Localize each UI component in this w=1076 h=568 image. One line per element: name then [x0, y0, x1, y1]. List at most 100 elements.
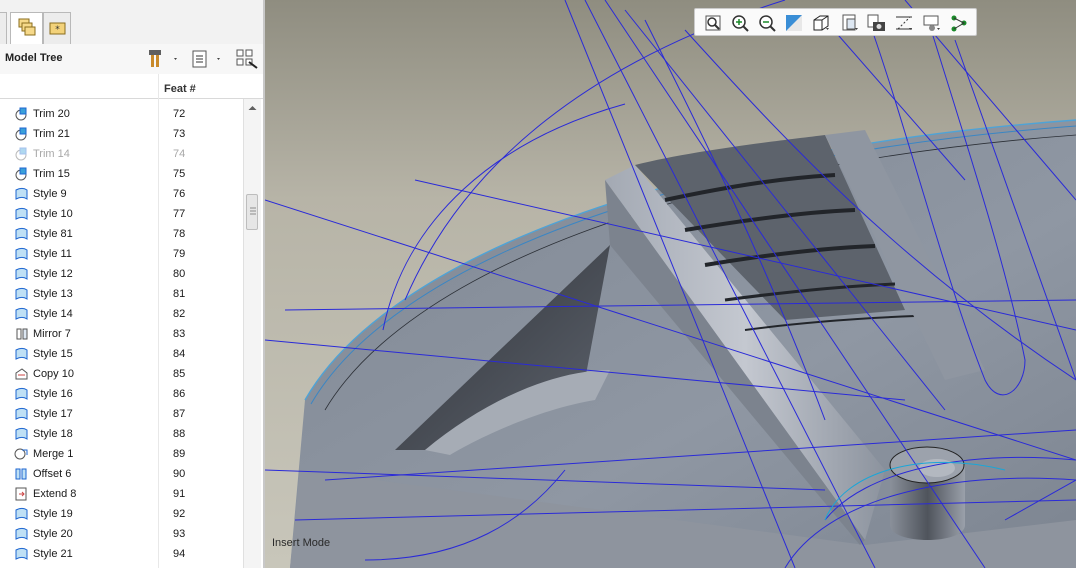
tree-row[interactable]: Style 15 84 — [0, 344, 243, 364]
model-tree-scrollbar[interactable] — [243, 99, 261, 568]
feature-number: 89 — [173, 448, 186, 460]
style-icon — [14, 407, 29, 421]
style-icon — [14, 307, 29, 321]
feature-name: Style 11 — [33, 248, 72, 260]
display-style-icon — [813, 15, 829, 31]
tree-row[interactable]: Trim 14 74 — [0, 144, 243, 164]
display-style-button[interactable] — [810, 12, 832, 34]
feature-number: 90 — [173, 468, 186, 480]
tree-row[interactable]: Style 16 86 — [0, 384, 243, 404]
spin-center-button[interactable] — [921, 12, 943, 34]
graphics-window[interactable]: Insert Mode — [265, 0, 1076, 568]
mirror-icon — [14, 327, 29, 341]
feature-number: 80 — [173, 268, 186, 280]
extend-icon — [14, 487, 29, 501]
style-icon — [14, 287, 29, 301]
zoom-in-icon — [732, 15, 749, 32]
layers-icon — [18, 18, 36, 36]
tree-row[interactable]: Trim 20 72 — [0, 104, 243, 124]
saved-views-icon — [842, 14, 858, 31]
column-header-feat-number[interactable]: Feat # — [164, 83, 196, 95]
feature-number: 72 — [173, 108, 186, 120]
style-icon — [14, 207, 29, 221]
tree-filters-button[interactable] — [235, 48, 259, 70]
view-manager-button[interactable] — [865, 12, 887, 34]
view-manager-icon — [867, 14, 885, 31]
feature-name: Style 19 — [33, 508, 73, 520]
feature-number: 82 — [173, 308, 186, 320]
feature-number: 79 — [173, 248, 186, 260]
refit-icon — [705, 15, 721, 31]
tree-row[interactable]: Style 81 78 — [0, 224, 243, 244]
feature-name: Style 18 — [33, 428, 73, 440]
tree-row[interactable]: Style 9 76 — [0, 184, 243, 204]
status-text: Insert Mode — [272, 537, 331, 549]
zoom-out-button[interactable] — [756, 12, 778, 34]
tab-folder-browser[interactable] — [0, 12, 7, 44]
tree-row[interactable]: Style 11 79 — [0, 244, 243, 264]
settings-menu-button[interactable] — [146, 48, 180, 70]
tree-row[interactable]: Copy 10 85 — [0, 364, 243, 384]
list-icon — [192, 50, 220, 68]
tree-row[interactable]: Style 14 82 — [0, 304, 243, 324]
feature-name: Style 21 — [33, 548, 73, 560]
feature-number: 92 — [173, 508, 186, 520]
saved-views-button[interactable] — [839, 12, 861, 34]
trim-icon — [14, 107, 29, 121]
scrollbar-thumb[interactable] — [246, 194, 258, 230]
feature-name: Mirror 7 — [33, 328, 71, 340]
tree-row[interactable]: Style 17 87 — [0, 404, 243, 424]
style-icon — [14, 387, 29, 401]
zoom-in-button[interactable] — [729, 12, 751, 34]
feature-name: Style 12 — [33, 268, 73, 280]
style-icon — [14, 507, 29, 521]
datum-display-button[interactable] — [893, 12, 915, 34]
tree-row[interactable]: Extend 8 91 — [0, 484, 243, 504]
model-view[interactable] — [265, 0, 1076, 568]
tree-row[interactable]: Merge 1 89 — [0, 444, 243, 464]
feature-name: Style 17 — [33, 408, 73, 420]
favorites-folder-icon: * — [49, 22, 66, 35]
refit-button[interactable] — [702, 12, 724, 34]
tree-row[interactable]: Offset 6 90 — [0, 464, 243, 484]
style-icon — [14, 267, 29, 281]
annotation-display-button[interactable] — [948, 12, 970, 34]
trim-icon — [14, 127, 29, 141]
feature-name: Style 81 — [33, 228, 73, 240]
scroll-up-arrow-icon[interactable] — [244, 101, 261, 115]
feature-name: Style 10 — [33, 208, 73, 220]
tree-row[interactable]: Trim 21 73 — [0, 124, 243, 144]
show-menu-button[interactable] — [190, 48, 228, 70]
tree-row[interactable]: Style 18 88 — [0, 424, 243, 444]
feature-name: Style 13 — [33, 288, 73, 300]
model-tree-panel: * Model Tree Feat # Trim 20 72 Trim 21 7… — [0, 0, 265, 568]
feature-number: 74 — [173, 148, 186, 160]
trim-icon — [14, 167, 29, 181]
tree-row[interactable]: Style 10 77 — [0, 204, 243, 224]
navigator-tabbar: * — [0, 0, 263, 45]
feature-name: Style 9 — [33, 188, 67, 200]
feature-number: 77 — [173, 208, 186, 220]
repaint-icon — [786, 15, 802, 31]
feature-number: 75 — [173, 168, 186, 180]
feature-number: 73 — [173, 128, 186, 140]
repaint-button[interactable] — [783, 12, 805, 34]
feature-number: 81 — [173, 288, 186, 300]
feature-number: 88 — [173, 428, 186, 440]
tree-row[interactable]: Style 19 92 — [0, 504, 243, 524]
feature-number: 91 — [173, 488, 186, 500]
tree-row[interactable]: Style 21 94 — [0, 544, 243, 564]
feature-name: Style 16 — [33, 388, 73, 400]
feature-name: Merge 1 — [33, 448, 74, 460]
tree-row[interactable]: Mirror 7 83 — [0, 324, 243, 344]
copy-icon — [14, 367, 29, 381]
tree-row[interactable]: Trim 15 75 — [0, 164, 243, 184]
tab-favorites[interactable]: * — [43, 12, 71, 44]
feature-number: 83 — [173, 328, 186, 340]
style-icon — [14, 187, 29, 201]
merge-icon — [14, 447, 29, 461]
tab-layers[interactable] — [10, 12, 43, 44]
tree-row[interactable]: Style 20 93 — [0, 524, 243, 544]
tree-row[interactable]: Style 13 81 — [0, 284, 243, 304]
tree-row[interactable]: Style 12 80 — [0, 264, 243, 284]
